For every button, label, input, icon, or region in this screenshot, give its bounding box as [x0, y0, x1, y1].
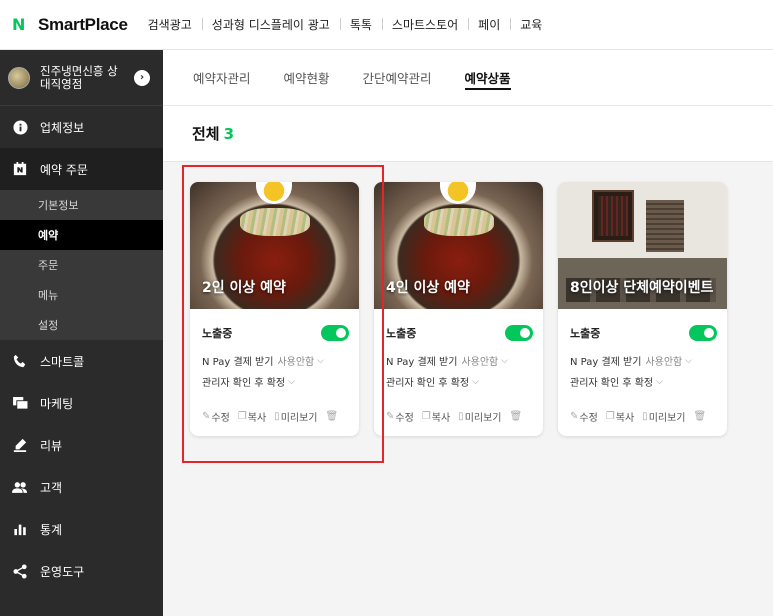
- product-title: 4인 이상 예약: [386, 280, 470, 296]
- copy-button[interactable]: ❐ 복사: [422, 409, 450, 424]
- copy-icon: ❐: [605, 411, 615, 422]
- sidebar-item-label: 마케팅: [40, 396, 74, 411]
- sidebar-item-booking[interactable]: 예약 주문: [0, 148, 163, 190]
- highlight-box: [182, 165, 384, 463]
- top-bar: N SmartPlace 검색광고 성과형 디스플레이 광고 톡톡 스마트스토어…: [0, 0, 773, 50]
- npay-label: N Pay 결제 받기: [386, 357, 458, 368]
- product-card[interactable]: 4인 이상 예약 노출중 N Pay 결제 받기 사용안함 ⌵ 관리자 확인 후…: [374, 182, 543, 436]
- tab-reservation-management[interactable]: 예약자관리: [193, 50, 251, 106]
- users-icon: [12, 479, 28, 495]
- naver-logo-icon[interactable]: N: [12, 15, 26, 34]
- sidebar-item-tools[interactable]: 운영도구: [0, 550, 163, 592]
- card-actions: ✎ 수정 ❐ 복사 ▯ 미리보기 🗑: [570, 409, 717, 424]
- sidebar-item-label: 스마트콜: [40, 354, 85, 369]
- chevron-down-icon: ⌵: [472, 376, 479, 387]
- store-avatar: [8, 66, 30, 89]
- chevron-right-icon[interactable]: ›: [134, 69, 150, 86]
- sidebar-item-customers[interactable]: 고객: [0, 466, 163, 508]
- copy-icon: ❐: [421, 411, 431, 422]
- confirm-label: 관리자 확인 후 확정: [386, 378, 470, 389]
- booking-submenu: 기본정보 예약 주문 메뉴 설정: [0, 190, 163, 340]
- stats-icon: [12, 521, 28, 537]
- pencil-icon: ✎: [386, 411, 395, 422]
- product-card[interactable]: 8인이상 단체예약이벤트 노출중 N Pay 결제 받기 사용안함 ⌵ 관리자 …: [558, 182, 727, 436]
- sidebar-item-label: 통계: [40, 522, 63, 537]
- tools-icon: [12, 563, 28, 579]
- submenu-menu[interactable]: 메뉴: [0, 280, 163, 310]
- total-count: 3: [223, 124, 235, 143]
- bookmark-icon: ▯: [458, 411, 464, 422]
- sidebar-item-review[interactable]: 리뷰: [0, 424, 163, 466]
- chevron-down-icon: ⌵: [501, 355, 509, 366]
- submenu-reservation[interactable]: 예약: [0, 220, 163, 250]
- product-image[interactable]: 8인이상 단체예약이벤트: [558, 182, 727, 309]
- copy-button[interactable]: ❐ 복사: [606, 409, 634, 424]
- chevron-down-icon: ⌵: [656, 376, 663, 387]
- total-header: 전체 3: [163, 106, 773, 162]
- total-label: 전체: [192, 125, 220, 143]
- chevron-down-icon: ⌵: [685, 355, 693, 366]
- topnav-display-ads[interactable]: 성과형 디스플레이 광고: [201, 16, 340, 33]
- status-label: 노출중: [386, 327, 417, 340]
- npay-value: 사용안함: [645, 357, 683, 368]
- npay-option[interactable]: N Pay 결제 받기 사용안함 ⌵: [570, 353, 717, 369]
- sidebar-item-marketing[interactable]: 마케팅: [0, 382, 163, 424]
- smartplace-logo[interactable]: SmartPlace: [38, 15, 128, 35]
- trash-icon[interactable]: 🗑: [694, 411, 707, 422]
- confirm-option[interactable]: 관리자 확인 후 확정 ⌵: [570, 374, 717, 390]
- sidebar-item-business-info[interactable]: 업체정보: [0, 106, 163, 148]
- tab-bar: 예약자관리 예약현황 간단예약관리 예약상품: [163, 50, 773, 106]
- tab-reservation-status[interactable]: 예약현황: [284, 50, 330, 106]
- topnav-search-ads[interactable]: 검색광고: [138, 16, 202, 33]
- submenu-settings[interactable]: 설정: [0, 310, 163, 340]
- sidebar-item-label: 예약 주문: [40, 162, 88, 177]
- topnav-smartstore[interactable]: 스마트스토어: [381, 16, 468, 33]
- sidebar: 진주냉면신흥 상대직영점 › 업체정보 예약 주문 기본정보 예약 주문 메뉴 …: [0, 50, 163, 616]
- pencil-icon: ✎: [570, 411, 579, 422]
- submenu-basic-info[interactable]: 기본정보: [0, 190, 163, 220]
- topnav-education[interactable]: 교육: [510, 16, 552, 33]
- sidebar-item-label: 고객: [40, 480, 63, 495]
- edit-button[interactable]: ✎ 수정: [570, 409, 598, 424]
- sidebar-item-label: 리뷰: [40, 438, 63, 453]
- edit-button[interactable]: ✎ 수정: [386, 409, 414, 424]
- status-label: 노출중: [570, 327, 601, 340]
- tab-reservation-products[interactable]: 예약상품: [464, 50, 511, 106]
- card-actions: ✎ 수정 ❐ 복사 ▯ 미리보기 🗑: [386, 409, 533, 424]
- confirm-label: 관리자 확인 후 확정: [570, 378, 654, 389]
- phone-icon: [12, 353, 28, 369]
- preview-button[interactable]: ▯ 미리보기: [642, 409, 685, 424]
- preview-button[interactable]: ▯ 미리보기: [458, 409, 501, 424]
- tab-simple-reservation[interactable]: 간단예약관리: [363, 50, 432, 106]
- bookmark-icon: ▯: [642, 411, 648, 422]
- sidebar-item-statistics[interactable]: 통계: [0, 508, 163, 550]
- submenu-order[interactable]: 주문: [0, 250, 163, 280]
- top-nav: 검색광고 성과형 디스플레이 광고 톡톡 스마트스토어 페이 교육: [138, 16, 553, 33]
- info-icon: [12, 119, 28, 135]
- topnav-talktalk[interactable]: 톡톡: [339, 16, 382, 33]
- npay-option[interactable]: N Pay 결제 받기 사용안함 ⌵: [386, 353, 533, 369]
- topnav-pay[interactable]: 페이: [468, 16, 510, 33]
- npay-label: N Pay 결제 받기: [570, 357, 642, 368]
- visibility-toggle[interactable]: [505, 325, 533, 341]
- pencil-icon: [12, 437, 28, 453]
- sidebar-item-label: 운영도구: [40, 564, 85, 579]
- trash-icon[interactable]: 🗑: [510, 411, 523, 422]
- confirm-option[interactable]: 관리자 확인 후 확정 ⌵: [386, 374, 533, 390]
- marketing-icon: [12, 395, 28, 411]
- sidebar-item-smartcall[interactable]: 스마트콜: [0, 340, 163, 382]
- naver-booking-icon: [12, 161, 28, 177]
- store-name: 진주냉면신흥 상대직영점: [40, 63, 118, 91]
- visibility-toggle[interactable]: [689, 325, 717, 341]
- product-title: 8인이상 단체예약이벤트: [570, 280, 714, 296]
- sidebar-item-label: 업체정보: [40, 120, 85, 135]
- store-selector[interactable]: 진주냉면신흥 상대직영점 ›: [0, 50, 163, 106]
- npay-value: 사용안함: [461, 357, 499, 368]
- product-image[interactable]: 4인 이상 예약: [374, 182, 543, 309]
